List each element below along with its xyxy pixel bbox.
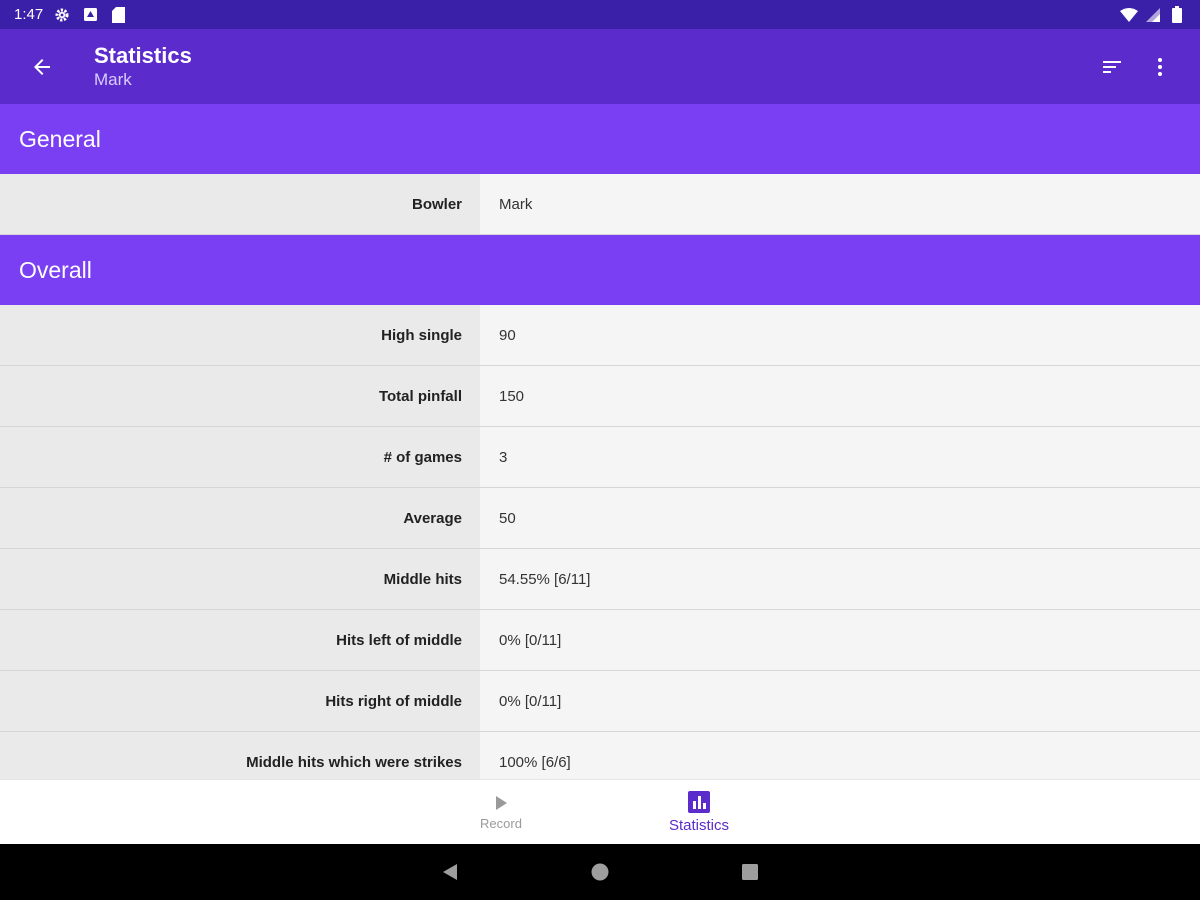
statistics-list[interactable]: General Bowler Mark Overall High single … — [0, 104, 1200, 779]
bottom-navigation: Record Statistics — [0, 779, 1200, 844]
system-back-button[interactable] — [430, 852, 470, 892]
stat-row-middle-hits: Middle hits 54.55% [6/11] — [0, 549, 1200, 610]
app-bar: Statistics Mark — [0, 29, 1200, 104]
stat-row-high-single: High single 90 — [0, 305, 1200, 366]
stat-label: Total pinfall — [0, 366, 480, 426]
stat-value: 150 — [480, 366, 1200, 426]
sort-icon — [1103, 60, 1121, 73]
stat-value: 54.55% [6/11] — [480, 549, 1200, 609]
stat-row-total-pinfall: Total pinfall 150 — [0, 366, 1200, 427]
more-options-button[interactable] — [1136, 43, 1184, 91]
back-triangle-icon — [443, 864, 457, 880]
stat-row-average: Average 50 — [0, 488, 1200, 549]
nav-item-statistics[interactable]: Statistics — [600, 780, 798, 845]
stat-value: 0% [0/11] — [480, 671, 1200, 731]
back-button[interactable] — [0, 29, 84, 104]
home-circle-icon — [591, 863, 609, 881]
back-arrow-icon — [34, 58, 50, 75]
status-bar: 1:47 — [0, 0, 1200, 29]
stat-label: Average — [0, 488, 480, 548]
stat-row-hits-right: Hits right of middle 0% [0/11] — [0, 671, 1200, 732]
stat-value: 90 — [480, 305, 1200, 365]
stat-row-hits-left: Hits left of middle 0% [0/11] — [0, 610, 1200, 671]
sort-button[interactable] — [1088, 43, 1136, 91]
section-header-overall: Overall — [0, 235, 1200, 305]
signal-icon — [1144, 6, 1162, 24]
stat-label: Middle hits — [0, 549, 480, 609]
stat-label: High single — [0, 305, 480, 365]
battery-icon — [1168, 6, 1186, 24]
more-vert-icon — [1158, 57, 1162, 76]
notification-icon — [81, 6, 99, 24]
system-home-button[interactable] — [580, 852, 620, 892]
stat-value: 0% [0/11] — [480, 610, 1200, 670]
stat-value: 100% [6/6] — [480, 732, 1200, 779]
bar-chart-icon — [688, 790, 710, 813]
stat-label: # of games — [0, 427, 480, 487]
stat-label: Hits left of middle — [0, 610, 480, 670]
nav-label: Record — [480, 815, 522, 831]
system-recents-button[interactable] — [730, 852, 770, 892]
stat-row-middle-strikes: Middle hits which were strikes 100% [6/6… — [0, 732, 1200, 779]
page-title: Statistics — [94, 42, 192, 68]
page-subtitle: Mark — [94, 69, 132, 89]
nav-item-record[interactable]: Record — [402, 780, 600, 845]
stat-row-games: # of games 3 — [0, 427, 1200, 488]
stat-value: 3 — [480, 427, 1200, 487]
section-header-general: General — [0, 104, 1200, 174]
stat-value: Mark — [480, 174, 1200, 234]
nav-label: Statistics — [668, 816, 729, 834]
status-time: 1:47 — [14, 6, 44, 23]
stat-label: Middle hits which were strikes — [0, 732, 480, 779]
recents-square-icon — [742, 864, 758, 880]
play-icon — [496, 795, 507, 810]
system-navigation-bar — [0, 844, 1200, 900]
wifi-icon — [1120, 6, 1138, 24]
settings-icon — [53, 6, 71, 24]
stat-label: Bowler — [0, 174, 480, 234]
sd-card-icon — [109, 6, 127, 24]
stat-row-bowler: Bowler Mark — [0, 174, 1200, 235]
stat-value: 50 — [480, 488, 1200, 548]
stat-label: Hits right of middle — [0, 671, 480, 731]
